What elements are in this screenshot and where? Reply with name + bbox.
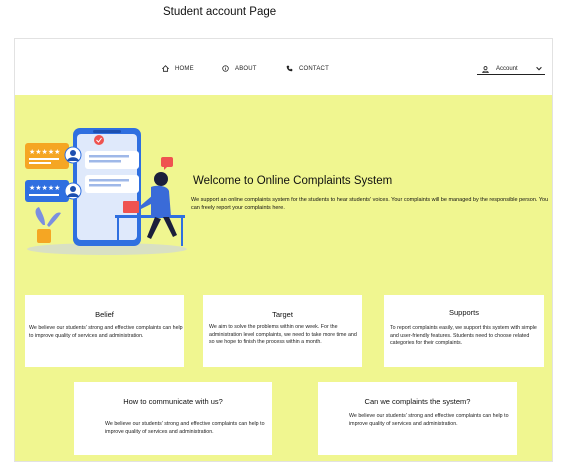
- app-frame: HOME ABOUT CONTACT Account ★★★★★ ★★★★★ W…: [14, 38, 553, 462]
- supports-card-text: To report complaints easily, we support …: [390, 325, 537, 346]
- nav-home-label: HOME: [175, 65, 194, 72]
- communicate-card-text: We believe our students' strong and effe…: [105, 421, 265, 435]
- complaint-card-title: Can we complaints the system?: [364, 397, 471, 406]
- nav-about-label: ABOUT: [235, 65, 257, 72]
- phone-icon: [286, 65, 293, 72]
- communicate-card-title: How to communicate with us?: [123, 397, 223, 406]
- home-icon: [162, 65, 169, 72]
- supports-card-title: Supports: [448, 308, 480, 317]
- svg-text:★★★★★: ★★★★★: [29, 184, 60, 192]
- nav-home-link[interactable]: HOME: [162, 65, 194, 72]
- complaint-card-text: We believe our students' strong and effe…: [349, 413, 509, 427]
- page-caption: Student account Page: [163, 6, 277, 18]
- account-dropdown[interactable]: Account: [477, 64, 545, 75]
- nav-contact-label: CONTACT: [299, 65, 329, 72]
- user-icon: [482, 65, 489, 73]
- account-label: Account: [496, 66, 518, 72]
- target-card: Target We aim to solve the problems with…: [203, 295, 362, 367]
- hero-illustration: ★★★★★ ★★★★★: [25, 128, 187, 255]
- info-icon: [222, 65, 229, 72]
- nav-contact-link[interactable]: CONTACT: [286, 65, 329, 72]
- chevron-down-icon: [536, 66, 542, 71]
- belief-card-title: Belief: [95, 310, 114, 319]
- nav-about-link[interactable]: ABOUT: [222, 65, 257, 72]
- belief-card: Belief We believe our students' strong a…: [25, 295, 184, 367]
- belief-card-text: We believe our students' strong and effe…: [29, 325, 183, 339]
- target-card-title: Target: [272, 310, 293, 319]
- top-navbar: HOME ABOUT CONTACT Account: [15, 39, 552, 95]
- hero-title: Welcome to Online Complaints System: [193, 175, 393, 187]
- hero-description: We support an online complaints system f…: [191, 197, 549, 211]
- complaint-card: Can we complaints the system? We believe…: [318, 382, 517, 455]
- supports-card: Supports To report complaints easily, we…: [384, 295, 544, 367]
- communicate-card: How to communicate with us? We believe o…: [74, 382, 272, 455]
- target-card-text: We aim to solve the problems within one …: [209, 324, 357, 345]
- svg-text:★★★★★: ★★★★★: [29, 148, 60, 156]
